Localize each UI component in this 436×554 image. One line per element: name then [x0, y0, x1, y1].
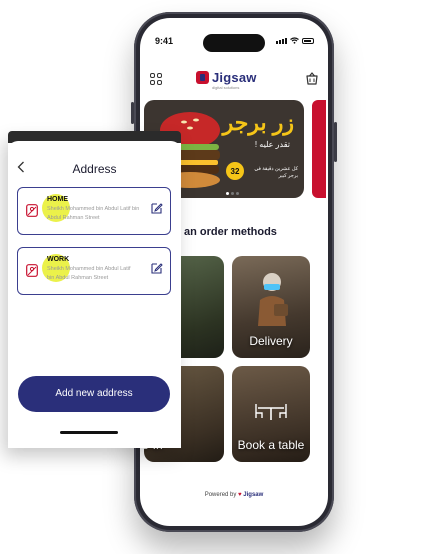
carousel-dots[interactable] — [226, 192, 239, 195]
table-icon — [255, 404, 287, 420]
address-sheet: Address HOME Sheikh Mohammed bin Abdul L… — [8, 131, 181, 448]
banner-title: ﺯﺭ ﺑﺮﺟﺮ — [222, 110, 294, 135]
address-card-home[interactable]: HOME Sheikh Mohammed bin Abdul Latif bin… — [17, 187, 171, 235]
price-badge: 32 — [226, 162, 244, 180]
brand-name: Jigsaw — [212, 70, 257, 85]
address-line-2: Abdul Rahman Street — [47, 214, 100, 221]
map-pin-icon — [26, 204, 38, 217]
powered-by: Powered by ♥ Jigsaw — [140, 492, 328, 498]
address-line: Sheikh Mohammed bin Abdul Latif bin Abdu… — [47, 205, 147, 223]
map-pin-icon — [26, 264, 38, 277]
sheet-title: Address — [72, 162, 117, 176]
wifi-icon — [290, 37, 299, 44]
battery-icon — [302, 37, 314, 44]
address-line-2: bin Abdul Rahman Street — [47, 274, 109, 281]
section-title: an order methods — [184, 226, 277, 238]
method-card-book-table[interactable]: Book a table — [232, 366, 310, 462]
jigsaw-logo-mark — [196, 71, 209, 84]
dynamic-island — [203, 34, 265, 52]
address-name: HOME — [47, 196, 68, 203]
next-banner-peek[interactable] — [312, 100, 326, 198]
address-line-1: Sheikh Mohammed bin Abdul Latif bin — [47, 206, 140, 212]
brand-tagline: digital solutions — [212, 85, 240, 90]
method-label: Delivery — [249, 334, 293, 348]
address-line-1: Sheikh Mohammed bin Abdul Latif — [47, 266, 131, 272]
powered-by-brand: Jigsaw — [243, 492, 264, 498]
edit-icon[interactable] — [151, 202, 163, 214]
stage: 9:41 Jigsaw digital solutions ﺯﺭ ﺑﺮﺟﺮ تق… — [0, 0, 436, 554]
brand-logo: Jigsaw digital solutions — [196, 70, 257, 90]
courier-image — [258, 273, 288, 326]
powered-by-label: Powered by — [204, 492, 237, 498]
signal-icon — [276, 37, 287, 44]
method-label: Book a table — [237, 438, 305, 452]
home-indicator — [60, 431, 118, 434]
app-header: Jigsaw digital solutions — [140, 66, 328, 94]
add-new-address-button[interactable]: Add new address — [18, 376, 170, 412]
heart-icon: ♥ — [238, 492, 242, 498]
sheet-body: Address HOME Sheikh Mohammed bin Abdul L… — [8, 141, 181, 448]
power-button — [334, 122, 337, 162]
status-icons — [276, 37, 314, 44]
address-card-work[interactable]: WORK Sheikh Mohammed bin Abdul Latif bin… — [17, 247, 171, 295]
basket-icon[interactable] — [306, 72, 318, 85]
edit-icon[interactable] — [151, 262, 163, 274]
menu-grid-icon[interactable] — [150, 73, 162, 85]
address-name: WORK — [47, 256, 70, 263]
banner-subtitle: تقدر عليه ! — [254, 140, 290, 149]
address-line: Sheikh Mohammed bin Abdul Latif bin Abdu… — [47, 265, 147, 283]
banner-note: كل عشرين دقيقة في برجر كبير — [254, 166, 298, 179]
volume-up-button — [131, 102, 134, 124]
status-time: 9:41 — [155, 36, 174, 46]
method-card-delivery[interactable]: Delivery — [232, 256, 310, 358]
